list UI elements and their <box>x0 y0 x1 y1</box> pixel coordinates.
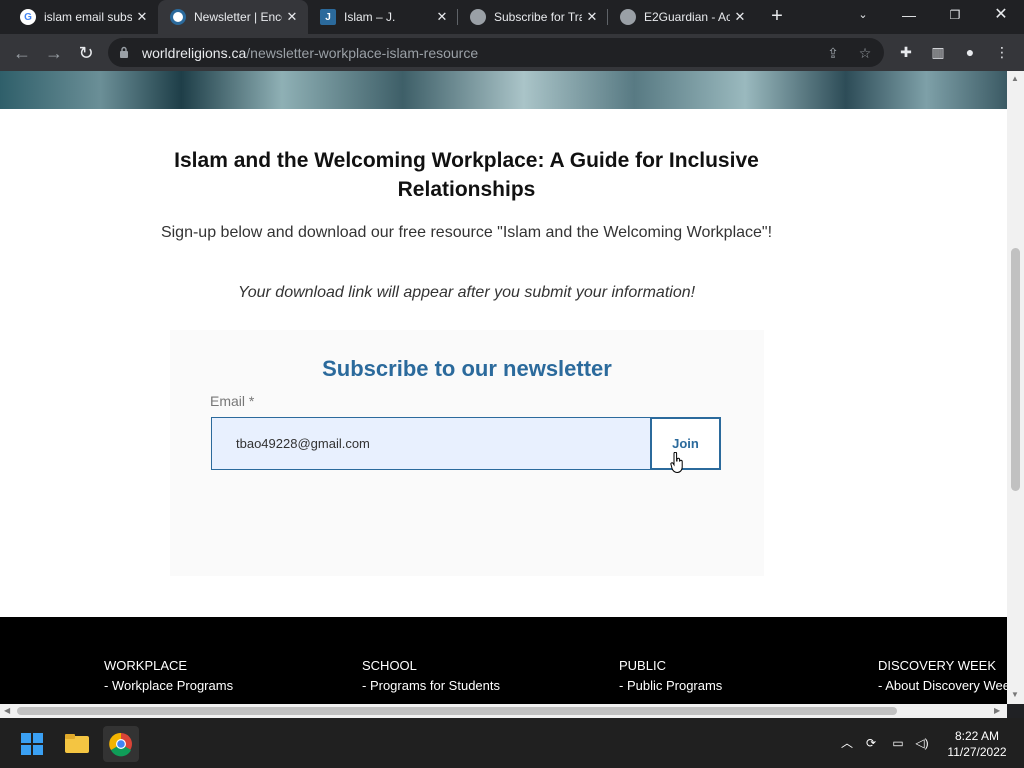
close-icon[interactable]: ✕ <box>582 9 602 25</box>
globe-icon <box>620 9 636 25</box>
clock-date: 11/27/2022 <box>947 745 1007 759</box>
close-icon[interactable]: ✕ <box>282 9 302 25</box>
footer-link[interactable]: - About Discovery Week <box>878 678 1007 693</box>
email-label: Email * <box>210 393 255 409</box>
footer-link[interactable]: - Workplace Programs <box>104 678 233 693</box>
clock-time: 8:22 AM <box>954 729 1000 743</box>
url-text[interactable]: worldreligions.ca/newsletter-workplace-i… <box>142 45 478 61</box>
page-lead-text: Sign-up below and download our free reso… <box>160 224 773 241</box>
windows-taskbar: ︿ ⟳ ▭ ◁) 8:22 AM 11/27/2022 <box>0 718 1024 768</box>
tray-overflow-chevron-icon[interactable]: ︿ <box>839 735 855 751</box>
tab-newsletter[interactable]: Newsletter | Encounter ✕ <box>158 0 308 34</box>
address-bar[interactable]: worldreligions.ca/newsletter-workplace-i… <box>108 38 884 67</box>
share-icon[interactable]: ⇪ <box>824 44 842 62</box>
email-input[interactable]: tbao49228@gmail.com <box>211 417 651 470</box>
vertical-scroll-thumb[interactable] <box>1011 248 1020 491</box>
minimize-button[interactable]: — <box>886 0 932 30</box>
file-explorer-icon[interactable] <box>59 726 95 762</box>
j-icon: J <box>320 9 336 25</box>
profile-avatar-icon[interactable]: ● <box>960 42 980 62</box>
scroll-left-arrow-icon[interactable]: ◀ <box>4 706 10 715</box>
scroll-down-arrow-icon[interactable]: ▼ <box>1011 690 1019 699</box>
forward-arrow-icon[interactable]: → <box>42 41 66 65</box>
footer-heading: PUBLIC <box>619 658 666 673</box>
footer-column-public: PUBLIC - Public Programs <box>619 658 722 693</box>
worldreligions-icon <box>170 9 186 25</box>
windows-start-icon[interactable] <box>14 726 50 762</box>
restore-button[interactable]: ❐ <box>932 0 978 30</box>
join-button[interactable]: Join <box>650 417 721 470</box>
hand-cursor-icon <box>670 452 683 474</box>
tab-subscribe[interactable]: Subscribe for Tra ✕ <box>458 0 608 34</box>
tab-strip: G islam email subscr ✕ Newsletter | Enco… <box>0 0 1024 34</box>
browser-toolbar: ← → ↻ worldreligions.ca/newsletter-workp… <box>0 34 1024 71</box>
hero-banner-image <box>0 71 1007 109</box>
form-heading: Subscribe to our newsletter <box>322 356 612 381</box>
page-title: Islam and the Welcoming Workplace: A Gui… <box>174 149 759 201</box>
side-panel-icon[interactable]: ▥ <box>928 42 948 62</box>
site-footer: WORKPLACE - Workplace Programs SCHOOL - … <box>0 617 1007 704</box>
vertical-scrollbar[interactable]: ▲ ▼ <box>1007 71 1024 704</box>
taskbar-clock[interactable]: 8:22 AM 11/27/2022 <box>945 728 1009 760</box>
network-icon[interactable]: ▭ <box>890 735 906 751</box>
chrome-icon[interactable] <box>103 726 139 762</box>
tab-e2guardian[interactable]: E2Guardian - Access ✕ <box>608 0 756 34</box>
menu-kebab-icon[interactable]: ⋮ <box>992 42 1012 62</box>
scroll-right-arrow-icon[interactable]: ▶ <box>994 706 1000 715</box>
newsletter-form-card: Subscribe to our newsletter Email * tbao… <box>170 330 764 576</box>
scroll-up-arrow-icon[interactable]: ▲ <box>1011 74 1019 83</box>
footer-column-workplace: WORKPLACE - Workplace Programs <box>104 658 233 693</box>
extensions-icon[interactable]: ✚ <box>896 42 916 62</box>
footer-link[interactable]: - Public Programs <box>619 678 722 693</box>
download-note: Your download link will appear after you… <box>237 284 696 301</box>
tab-google-search[interactable]: G islam email subscr ✕ <box>8 0 158 34</box>
volume-icon[interactable]: ◁) <box>914 735 930 751</box>
sync-icon[interactable]: ⟳ <box>863 735 879 751</box>
close-icon[interactable]: ✕ <box>432 9 452 25</box>
globe-icon <box>470 9 486 25</box>
google-icon: G <box>20 9 36 25</box>
window-close-button[interactable]: ✕ <box>978 0 1024 30</box>
footer-heading: WORKPLACE <box>104 658 188 673</box>
tab-islam-j[interactable]: J Islam – J. ✕ <box>308 0 458 34</box>
footer-column-school: SCHOOL - Programs for Students <box>362 658 500 693</box>
new-tab-button[interactable]: + <box>766 5 788 27</box>
tab-search-icon[interactable]: ⌄ <box>840 0 886 30</box>
footer-heading: DISCOVERY WEEK <box>878 658 996 673</box>
footer-heading: SCHOOL <box>362 658 417 673</box>
back-arrow-icon[interactable]: ← <box>10 41 34 65</box>
lock-icon[interactable] <box>119 46 129 58</box>
bookmark-star-icon[interactable]: ☆ <box>856 44 874 62</box>
close-icon[interactable]: ✕ <box>132 9 152 25</box>
horizontal-scrollbar[interactable]: ◀ ▶ <box>0 704 1007 718</box>
close-icon[interactable]: ✕ <box>730 9 750 25</box>
footer-column-discovery-week: DISCOVERY WEEK - About Discovery Week <box>878 658 1007 693</box>
footer-link[interactable]: - Programs for Students <box>362 678 500 693</box>
horizontal-scroll-thumb[interactable] <box>17 707 897 715</box>
page-viewport: Islam and the Welcoming Workplace: A Gui… <box>0 71 1007 704</box>
reload-icon[interactable]: ↻ <box>74 41 98 65</box>
